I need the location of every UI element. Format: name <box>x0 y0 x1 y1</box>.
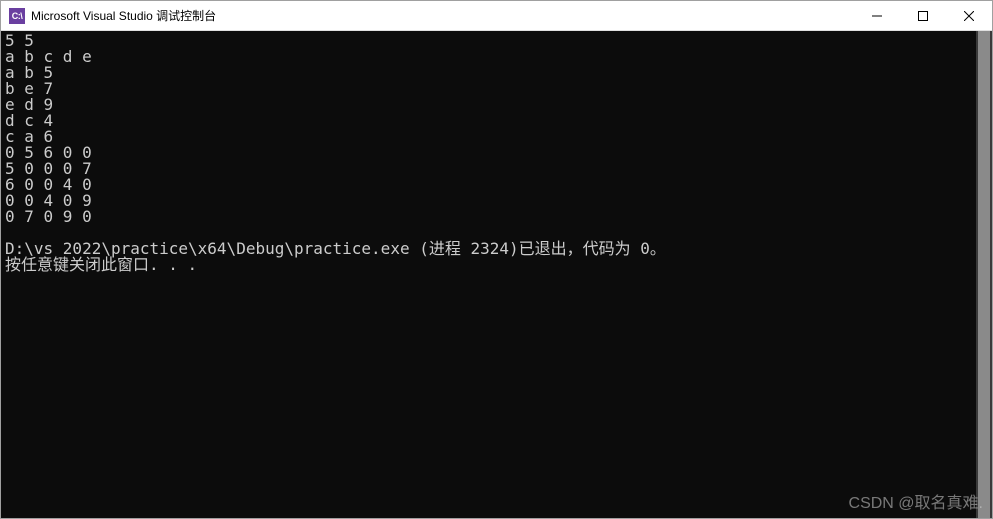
console-line: c a 6 <box>5 129 972 145</box>
console-line: d c 4 <box>5 113 972 129</box>
minimize-button[interactable] <box>854 1 900 30</box>
console-area: 5 5a b c d ea b 5b e 7e d 9d c 4c a 60 5… <box>1 31 992 518</box>
vertical-scrollbar[interactable] <box>976 31 992 518</box>
maximize-button[interactable] <box>900 1 946 30</box>
maximize-icon <box>918 11 928 21</box>
console-line: 5 0 0 0 7 <box>5 161 972 177</box>
console-line: 0 5 6 0 0 <box>5 145 972 161</box>
console-line: 6 0 0 4 0 <box>5 177 972 193</box>
console-line: 按任意键关闭此窗口. . . <box>5 257 972 273</box>
app-window: C:\ Microsoft Visual Studio 调试控制台 5 5a b… <box>0 0 993 519</box>
window-title: Microsoft Visual Studio 调试控制台 <box>31 7 854 24</box>
close-icon <box>964 11 974 21</box>
scrollbar-thumb[interactable] <box>978 31 990 518</box>
console-line: 5 5 <box>5 33 972 49</box>
console-line: e d 9 <box>5 97 972 113</box>
minimize-icon <box>872 11 882 21</box>
console-line: b e 7 <box>5 81 972 97</box>
console-line: 0 7 0 9 0 <box>5 209 972 225</box>
titlebar[interactable]: C:\ Microsoft Visual Studio 调试控制台 <box>1 1 992 31</box>
app-icon: C:\ <box>9 8 25 24</box>
console-line: a b c d e <box>5 49 972 65</box>
console-output[interactable]: 5 5a b c d ea b 5b e 7e d 9d c 4c a 60 5… <box>1 31 976 518</box>
console-line: 0 0 4 0 9 <box>5 193 972 209</box>
close-button[interactable] <box>946 1 992 30</box>
console-line: a b 5 <box>5 65 972 81</box>
window-controls <box>854 1 992 30</box>
